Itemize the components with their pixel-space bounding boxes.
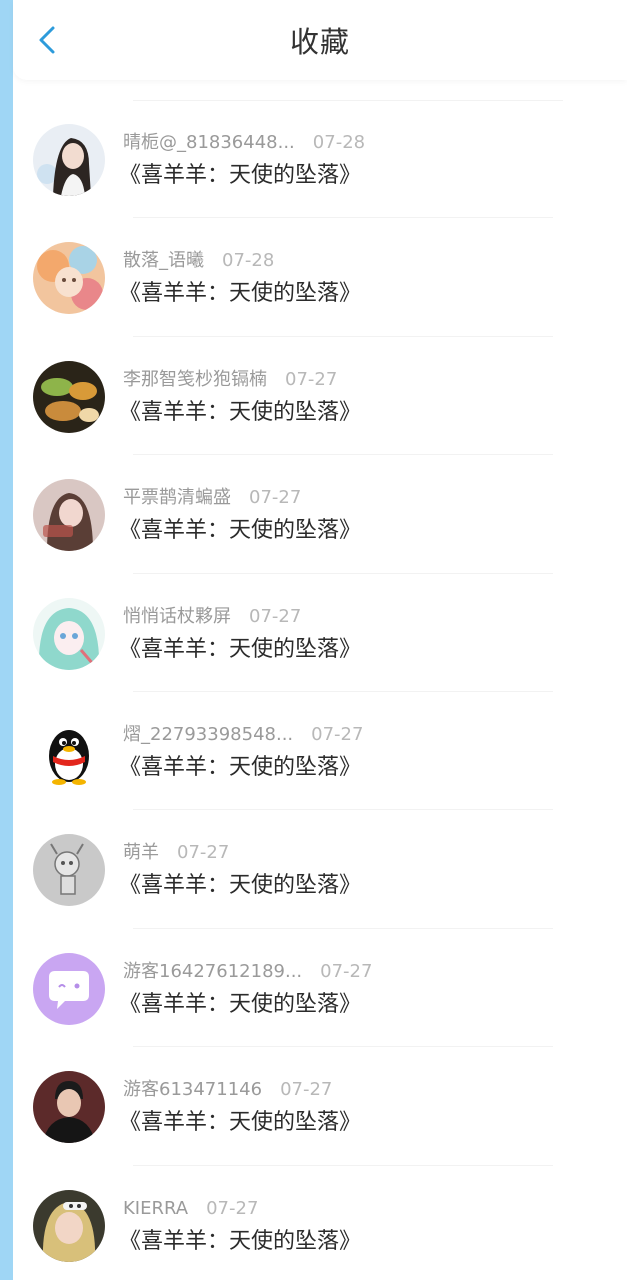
- header: 收藏: [13, 0, 627, 80]
- avatar[interactable]: [33, 242, 105, 315]
- avatar[interactable]: [33, 1189, 105, 1262]
- user-name[interactable]: 游客613471146: [123, 1079, 262, 1100]
- favorite-title[interactable]: 《喜羊羊：天使的坠落》: [119, 989, 361, 1021]
- item-meta: 李那智笺杪狍镉楠 07-27: [123, 367, 337, 393]
- favorite-title[interactable]: 《喜羊羊：天使的坠落》: [119, 752, 361, 784]
- item-date: 07-27: [206, 1197, 259, 1219]
- favorite-title[interactable]: 《喜羊羊：天使的坠落》: [119, 160, 361, 192]
- item-date: 07-27: [249, 487, 302, 509]
- avatar[interactable]: [33, 124, 105, 196]
- list-item[interactable]: 萌羊 07-27 《喜羊羊：天使的坠落》: [13, 810, 627, 929]
- side-strip: [0, 0, 13, 1280]
- item-date: 07-28: [222, 250, 275, 272]
- page-title: 收藏: [289, 25, 350, 59]
- avatar[interactable]: [33, 952, 105, 1025]
- user-name[interactable]: 萌羊: [123, 842, 159, 863]
- list-item[interactable]: 熠_22793398548... 07-27 《喜羊羊：天使的坠落》: [13, 692, 627, 811]
- favorite-title[interactable]: 《喜羊羊：天使的坠落》: [119, 634, 361, 666]
- favorite-title[interactable]: 《喜羊羊：天使的坠落》: [119, 1107, 361, 1139]
- list-item[interactable]: 晴栀@_81836448... 07-28 《喜羊羊：天使的坠落》: [13, 100, 627, 219]
- avatar[interactable]: [33, 834, 105, 907]
- avatar[interactable]: [33, 715, 105, 788]
- item-date: 07-27: [280, 1079, 333, 1101]
- user-name[interactable]: 悄悄话杖夥屏: [123, 606, 231, 627]
- item-meta: 悄悄话杖夥屏 07-27: [123, 604, 301, 630]
- item-date: 07-27: [320, 960, 373, 982]
- item-meta: 晴栀@_81836448... 07-28: [123, 130, 365, 156]
- avatar[interactable]: [33, 479, 105, 552]
- avatar[interactable]: [33, 1071, 105, 1144]
- item-date: 07-27: [311, 723, 364, 745]
- favorite-title[interactable]: 《喜羊羊：天使的坠落》: [119, 278, 361, 310]
- list-item[interactable]: 游客613471146 07-27 《喜羊羊：天使的坠落》: [13, 1047, 627, 1166]
- item-meta: 平票鹊清蝙盛 07-27: [123, 485, 301, 511]
- list-item[interactable]: 悄悄话杖夥屏 07-27 《喜羊羊：天使的坠落》: [13, 574, 627, 692]
- user-name[interactable]: 散落_语曦: [123, 250, 204, 271]
- favorite-title[interactable]: 《喜羊羊：天使的坠落》: [119, 870, 361, 902]
- chat-bubble-icon: [33, 952, 105, 1025]
- item-meta: 游客16427612189... 07-27: [123, 959, 372, 985]
- item-date: 07-27: [177, 842, 230, 864]
- list-item[interactable]: 游客16427612189... 07-27 《喜羊羊：天使的坠落》: [13, 929, 627, 1048]
- user-name[interactable]: 晴栀@_81836448...: [123, 132, 295, 153]
- avatar[interactable]: [33, 360, 105, 433]
- penguin-icon: [33, 715, 105, 788]
- item-date: 07-27: [249, 605, 302, 627]
- avatar[interactable]: [33, 597, 105, 670]
- item-date: 07-28: [312, 132, 366, 153]
- user-name[interactable]: 游客16427612189...: [123, 961, 302, 982]
- item-meta: 游客613471146 07-27: [123, 1077, 332, 1103]
- favorites-list: 晴栀@_81836448... 07-28 《喜羊羊：天使的坠落》 散落_语曦 07…: [13, 100, 627, 1284]
- favorite-title[interactable]: 《喜羊羊：天使的坠落》: [119, 397, 361, 429]
- user-name[interactable]: 平票鹊清蝙盛: [123, 487, 231, 508]
- list-item[interactable]: 李那智笺杪狍镉楠 07-27 《喜羊羊：天使的坠落》: [13, 337, 627, 456]
- favorite-title[interactable]: 《喜羊羊：天使的坠落》: [119, 515, 361, 547]
- item-meta: 散落_语曦 07-28: [123, 248, 274, 274]
- item-meta: KIERRA 07-27: [123, 1196, 258, 1222]
- list-item[interactable]: 散落_语曦 07-28 《喜羊羊：天使的坠落》: [13, 218, 627, 337]
- list-item[interactable]: KIERRA 07-27 《喜羊羊：天使的坠落》: [13, 1166, 627, 1284]
- item-date: 07-27: [285, 368, 338, 390]
- list-item[interactable]: 平票鹊清蝙盛 07-27 《喜羊羊：天使的坠落》: [13, 455, 627, 574]
- user-name[interactable]: 李那智笺杪狍镉楠: [123, 369, 267, 390]
- favorite-title[interactable]: 《喜羊羊：天使的坠落》: [119, 1226, 361, 1258]
- item-meta: 萌羊 07-27: [123, 840, 229, 866]
- item-meta: 熠_22793398548... 07-27: [123, 722, 363, 748]
- user-name[interactable]: KIERRA: [123, 1198, 188, 1219]
- user-name[interactable]: 熠_22793398548...: [123, 724, 293, 745]
